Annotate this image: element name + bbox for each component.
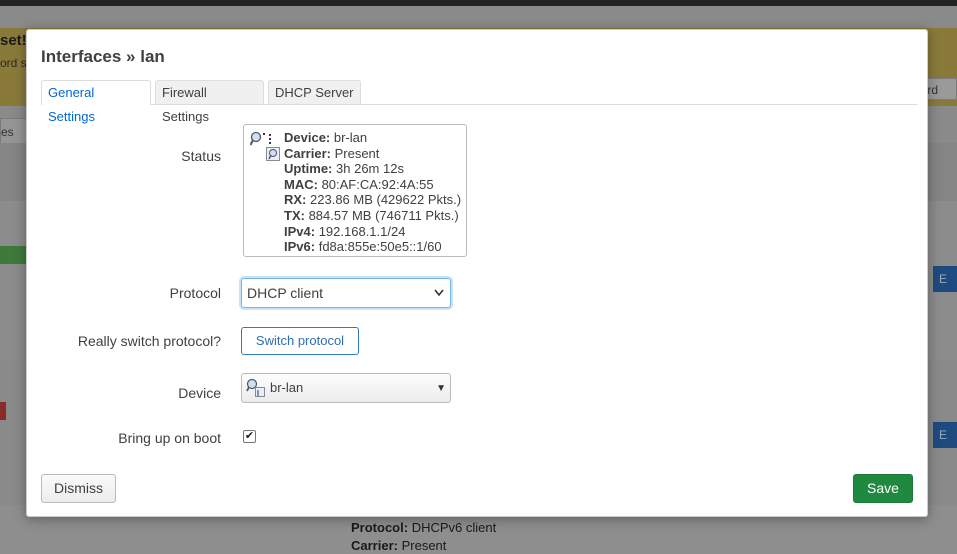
dialog-title: Interfaces » lan [41,47,165,66]
interface-status-box: Device: br-lan Carrier: Present Uptime: … [243,124,467,257]
chevron-down-icon [434,279,444,318]
status-device-line: Device: br-lan [284,130,461,146]
save-button[interactable]: Save [853,474,913,503]
background-edit-button: E [933,266,957,292]
status-value: fd8a:855e:50e5::1/60 [318,239,442,255]
status-key: IPv6: [284,239,316,255]
protocol-label: Protocol [169,285,221,301]
status-mac-line: MAC: 80:AF:CA:92:4A:55 [284,177,461,193]
top-bar [0,0,957,6]
status-lines: Device: br-lan Carrier: Present Uptime: … [284,130,461,255]
tab-firewall-settings[interactable]: Firewall Settings [155,80,264,124]
status-value: 3h 26m 12s [336,161,404,177]
status-key: Device: [284,130,331,145]
tab-dhcp-server[interactable]: DHCP Server [268,80,361,104]
status-key: Carrier: [284,145,331,161]
background-carrier-value: Present [401,538,447,553]
background-edit-button: E [933,422,957,448]
status-ipv6-line: IPv6: fd8a:855e:50e5::1/60 [284,239,461,255]
status-value: 223.86 MB (429622 Pkts.) [310,192,462,208]
status-value: 80:AF:CA:92:4A:55 [321,176,434,192]
protocol-select[interactable]: DHCP client [241,278,451,308]
status-tx-line: TX: 884.57 MB (746711 Pkts.) [284,208,461,224]
status-value: 884.57 MB (746711 Pkts.) [308,207,459,223]
warning-text: ord s [0,56,27,70]
background-carrier-line: Carrier: Present [351,538,446,553]
tab-general-settings[interactable]: General Settings [41,80,151,124]
status-key: Uptime: [284,161,333,177]
background-tab: es [0,118,28,146]
background-status-indicator [0,246,26,264]
device-label: Device [178,385,221,401]
dismiss-button[interactable]: Dismiss [41,474,116,503]
status-value: 192.168.1.1/24 [318,223,406,239]
device-selected-value: br-lan [270,380,304,395]
dropdown-arrow-icon: ▼ [436,383,446,394]
interface-edit-dialog: Interfaces » lan General Settings Firewa… [26,29,928,517]
status-uptime-line: Uptime: 3h 26m 12s [284,161,461,177]
background-protocol-value: DHCPv6 client [411,520,497,535]
background-status-indicator [0,402,6,420]
status-value: br-lan [333,130,368,145]
status-key: RX: [284,192,307,208]
status-label: Status [181,148,221,164]
protocol-selected-value: DHCP client [247,285,323,301]
background-protocol-line: Protocol: DHCPv6 client [351,520,496,535]
switch-protocol-button[interactable]: Switch protocol [241,327,359,355]
status-rx-line: RX: 223.86 MB (429622 Pkts.) [284,192,461,208]
bring-up-on-boot-label: Bring up on boot [118,430,221,446]
bridge-device-icon [246,378,266,408]
tab-bar: General Settings Firewall Settings DHCP … [41,80,917,124]
device-select[interactable]: br-lan ▼ [241,373,451,403]
status-carrier-line: Carrier: Present [284,146,461,162]
status-key: TX: [284,207,305,223]
bring-up-on-boot-checkbox[interactable]: ✔ [243,430,256,443]
status-key: MAC: [284,176,318,192]
status-ipv4-line: IPv4: 192.168.1.1/24 [284,224,461,240]
background-protocol-key: Protocol: [351,520,409,535]
status-value: Present [334,145,380,161]
warning-title: set! [0,32,27,49]
background-carrier-key: Carrier: [351,538,398,553]
port-icon [266,147,280,164]
status-key: IPv4: [284,223,316,239]
switch-protocol-label: Really switch protocol? [77,333,221,349]
